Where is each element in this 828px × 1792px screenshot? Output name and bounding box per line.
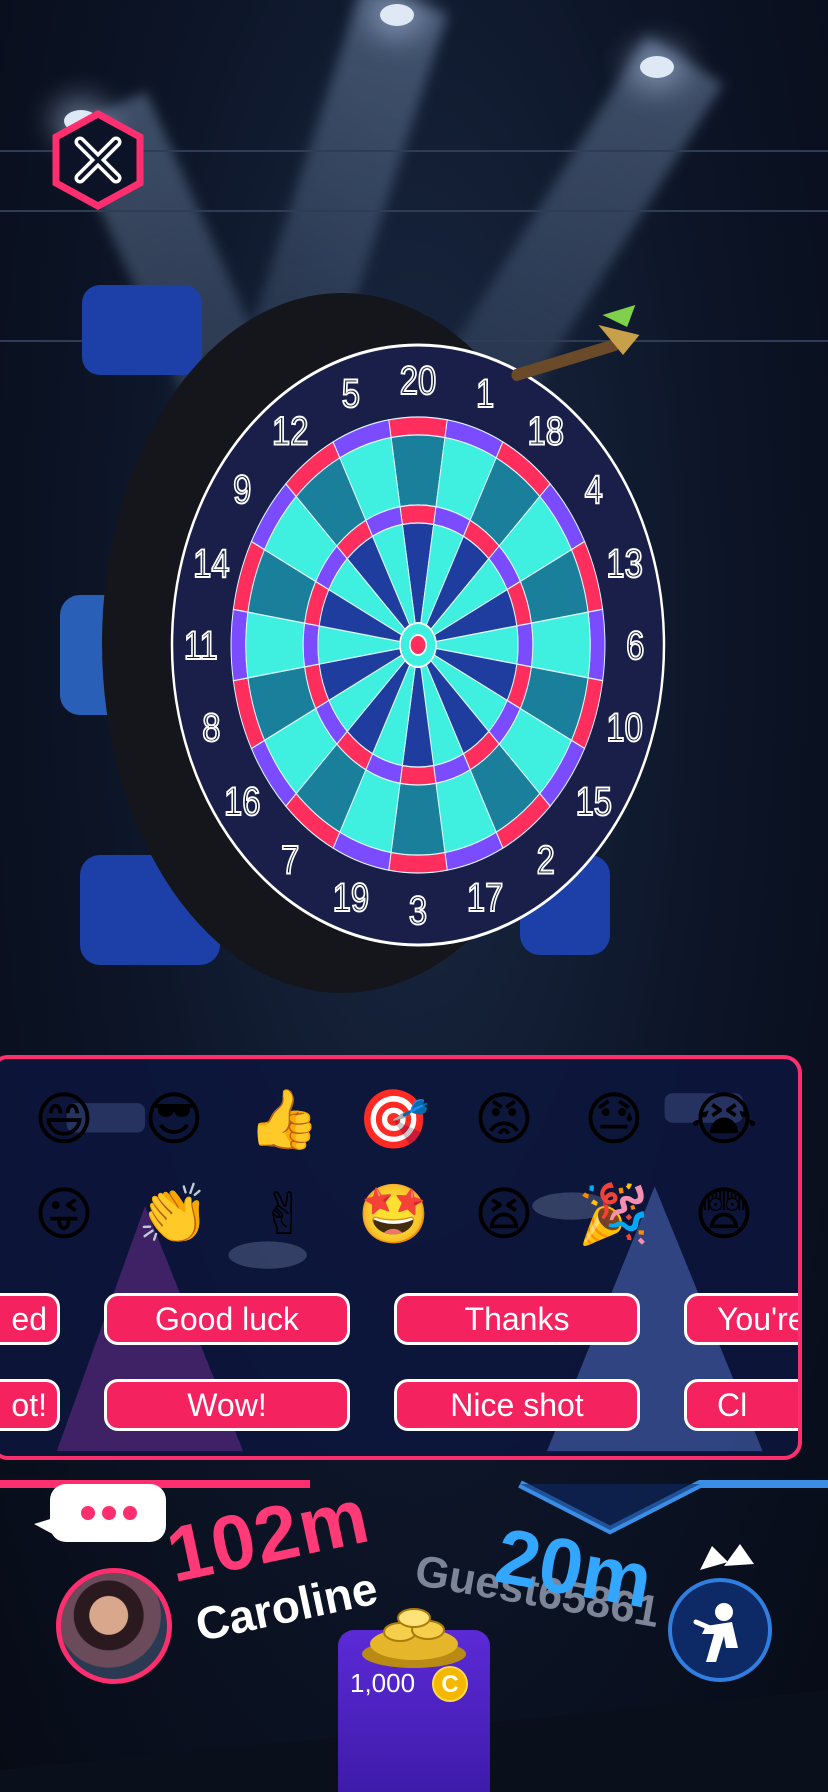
board-number-label: 18 <box>528 409 564 454</box>
board-number-label: 8 <box>202 705 220 750</box>
quick-message-button[interactable]: You're <box>684 1293 798 1345</box>
close-icon <box>52 110 144 210</box>
angry-emoji-icon[interactable]: 😡 <box>464 1079 544 1159</box>
close-button[interactable] <box>50 110 146 210</box>
downcast-sweat-emoji-icon[interactable]: 😓 <box>574 1079 654 1159</box>
stage-spotlight <box>380 4 414 26</box>
fearful-emoji-icon[interactable]: 😨 <box>684 1174 764 1254</box>
player2-avatar <box>668 1578 772 1682</box>
board-number-label: 12 <box>272 409 308 454</box>
board-number-label: 17 <box>467 875 503 920</box>
board-number-label: 11 <box>184 623 218 668</box>
quick-message-button[interactable]: ot! <box>0 1379 60 1431</box>
board-number-label: 2 <box>537 837 555 882</box>
treble-ring-segment <box>399 504 437 526</box>
outer-single-segment <box>390 782 446 856</box>
board-number-label: 3 <box>409 888 427 933</box>
dartboard-graphic: 20 1 18 413 6 10 15 2 17 3 19 7 168 11 149 12 5 <box>60 285 666 993</box>
ceiling-truss <box>0 210 828 212</box>
board-number-label: 9 <box>233 467 251 512</box>
tired-emoji-icon[interactable]: 😫 <box>464 1174 544 1254</box>
dart-in-board <box>511 305 640 381</box>
outer-single-segment <box>390 434 446 508</box>
outer-single-segment <box>245 611 306 679</box>
nice-shot-button[interactable]: Nice shot <box>394 1379 640 1431</box>
dartboard[interactable]: 20 1 18 4 13 6 10 15 2 17 3 19 7 16 8 11 14 9 12 5 <box>60 255 680 1035</box>
clapping-emoji-icon[interactable]: 👏 <box>134 1174 214 1254</box>
board-number-label: 19 <box>333 875 369 920</box>
thanks-button[interactable]: Thanks <box>394 1293 640 1345</box>
board-bracket <box>82 285 202 375</box>
thumbs-up-emoji-icon[interactable]: 👍 <box>244 1079 324 1159</box>
star-eyes-emoji-icon[interactable]: 🤩 <box>354 1174 434 1254</box>
board-number-label: 6 <box>626 623 644 668</box>
chat-bubble-icon <box>34 1484 166 1542</box>
quick-chat-panel: 😄 😎 👍 🎯 😡 😓 😭 😜 👏 ✌ 🤩 😫 🎉 😨 ed Good luck Thanks You'… <box>0 1055 802 1460</box>
coin-balance: 1,000 <box>350 1668 416 1698</box>
grin-emoji-icon[interactable]: 😄 <box>24 1079 104 1159</box>
chat-received-icon <box>700 1544 754 1570</box>
tongue-wink-emoji-icon[interactable]: 😜 <box>24 1174 104 1254</box>
emoji-row: 😜 👏 ✌ 🤩 😫 🎉 😨 <box>0 1174 798 1264</box>
coin-icon: C <box>432 1666 468 1702</box>
treble-ring-segment <box>302 622 320 668</box>
wow-button[interactable]: Wow! <box>104 1379 350 1431</box>
stage-spotlight <box>640 56 674 78</box>
target-emoji-icon[interactable]: 🎯 <box>354 1079 434 1159</box>
board-number-label: 10 <box>606 705 642 750</box>
board-number-label: 7 <box>281 837 299 882</box>
board-number-label: 1 <box>476 371 494 416</box>
board-number-label: 15 <box>576 779 612 824</box>
bullseye <box>408 634 428 656</box>
board-number-label: 4 <box>585 467 603 512</box>
party-popper-emoji-icon[interactable]: 🎉 <box>574 1174 654 1254</box>
victory-hand-emoji-icon[interactable]: ✌ <box>244 1174 324 1254</box>
outer-single-segment <box>530 611 591 679</box>
board-number-label: 13 <box>606 541 642 586</box>
gold-coins-pile-icon <box>362 1608 466 1668</box>
sunglasses-emoji-icon[interactable]: 😎 <box>134 1079 214 1159</box>
dart-thrower-icon <box>693 1603 738 1662</box>
good-luck-button[interactable]: Good luck <box>104 1293 350 1345</box>
board-number-label: 14 <box>193 541 229 586</box>
treble-ring-segment <box>516 622 534 668</box>
quick-message-button[interactable]: ed <box>0 1293 60 1345</box>
game-screen: 20 1 18 4 13 6 10 15 2 17 3 19 7 16 8 11 14 9 12 5 😄 😎 👍 🎯 😡 😓 😭 … <box>0 0 828 1792</box>
board-number-label: 5 <box>342 371 360 416</box>
crying-emoji-icon[interactable]: 😭 <box>684 1079 764 1159</box>
board-number-label: 16 <box>224 779 260 824</box>
player1-avatar <box>56 1568 172 1684</box>
chat-toggle-button[interactable] <box>30 1480 170 1552</box>
emoji-row: 😄 😎 👍 🎯 😡 😓 😭 <box>0 1079 798 1169</box>
quick-message-button[interactable]: Cl <box>684 1379 798 1431</box>
board-number-label: 20 <box>400 358 436 403</box>
treble-ring-segment <box>399 764 437 786</box>
